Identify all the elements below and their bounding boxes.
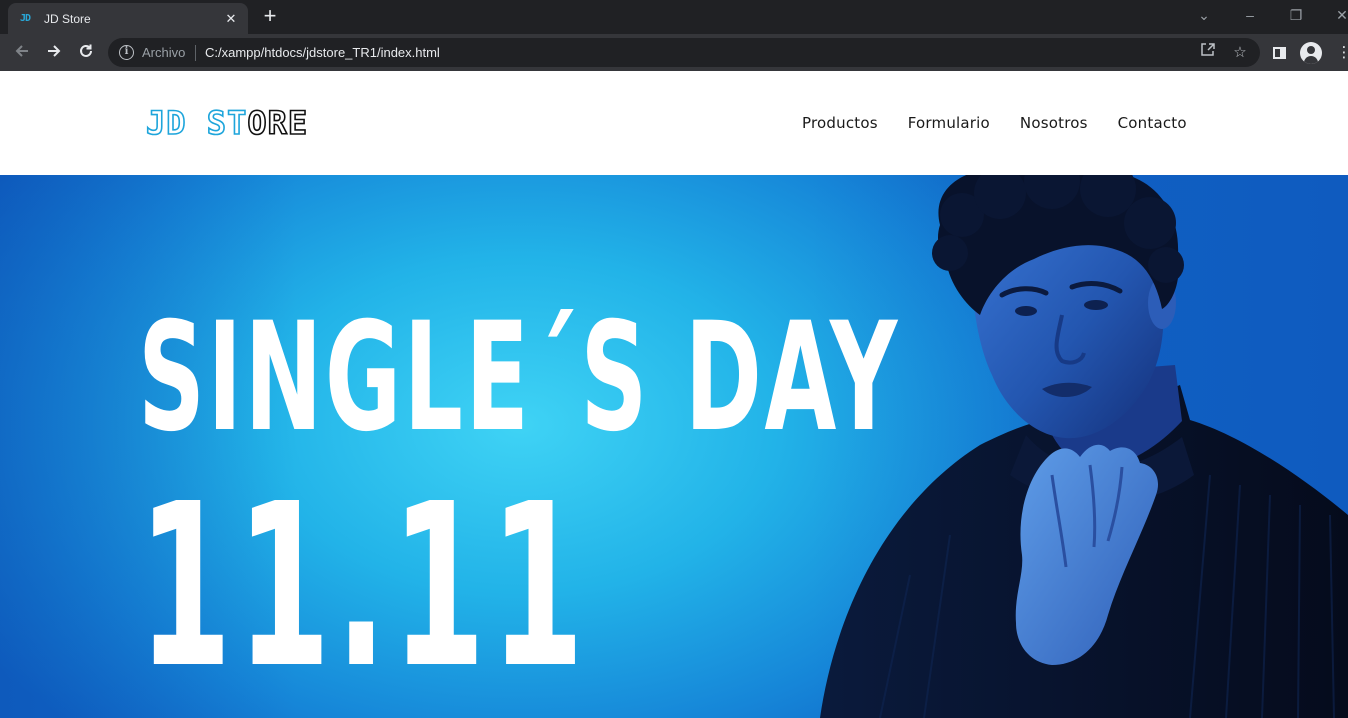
logo-text-dark: ORE bbox=[247, 104, 309, 142]
arrow-right-icon bbox=[48, 45, 61, 57]
hero-headline: SINGLE´S DAY bbox=[138, 291, 900, 465]
info-icon[interactable]: i bbox=[119, 45, 134, 60]
tab-search-chevron-icon[interactable]: ⌄ bbox=[1192, 4, 1216, 26]
main-nav: Productos Formulario Nosotros Contacto bbox=[802, 113, 1187, 133]
url-text[interactable]: C:/xampp/htdocs/jdstore_TR1/index.html bbox=[205, 45, 440, 61]
browser-toolbar: i Archivo C:/xampp/htdocs/jdstore_TR1/in… bbox=[0, 34, 1348, 71]
minimize-window-button[interactable]: – bbox=[1238, 4, 1262, 26]
star-icon[interactable]: ☆ bbox=[1228, 41, 1252, 65]
address-bar[interactable]: i Archivo C:/xampp/htdocs/jdstore_TR1/in… bbox=[108, 38, 1260, 67]
close-window-button[interactable]: ✕ bbox=[1330, 4, 1348, 26]
hero-banner: SINGLE´S DAY 11.11 bbox=[0, 175, 1348, 718]
new-tab-button[interactable]: + bbox=[258, 5, 282, 29]
hero-model-photo bbox=[820, 175, 1348, 718]
profile-icon[interactable] bbox=[1300, 42, 1322, 64]
reload-button[interactable] bbox=[72, 39, 100, 67]
nav-link-productos[interactable]: Productos bbox=[802, 113, 878, 133]
close-tab-icon[interactable]: ✕ bbox=[222, 10, 240, 28]
nav-link-contacto[interactable]: Contacto bbox=[1118, 113, 1187, 133]
browser-tab[interactable]: JD JD Store ✕ bbox=[8, 3, 248, 34]
kebab-menu-icon[interactable]: ⋮ bbox=[1330, 39, 1348, 67]
hero-date: 11.11 bbox=[138, 456, 590, 718]
web-page: JD STORE Productos Formulario Nosotros C… bbox=[0, 71, 1348, 718]
restore-window-button[interactable]: ❐ bbox=[1284, 4, 1308, 26]
site-favicon-icon: JD bbox=[20, 13, 31, 24]
omnibox-divider bbox=[195, 45, 196, 61]
share-icon[interactable] bbox=[1196, 41, 1220, 65]
logo-text-accent: JD ST bbox=[145, 104, 248, 142]
arrow-left-icon bbox=[15, 45, 28, 57]
site-logo[interactable]: JD STORE bbox=[145, 104, 309, 142]
nav-link-formulario[interactable]: Formulario bbox=[908, 113, 990, 133]
side-panel-icon[interactable] bbox=[1265, 39, 1293, 67]
site-security-label: Archivo bbox=[142, 45, 186, 60]
forward-button[interactable] bbox=[40, 39, 68, 67]
browser-tab-strip: JD JD Store ✕ + ⌄ – ❐ ✕ bbox=[0, 0, 1348, 34]
reload-icon bbox=[80, 44, 92, 57]
site-header: JD STORE Productos Formulario Nosotros C… bbox=[0, 71, 1348, 175]
back-button[interactable] bbox=[8, 39, 36, 67]
tab-title: JD Store bbox=[44, 12, 91, 26]
nav-link-nosotros[interactable]: Nosotros bbox=[1020, 113, 1088, 133]
